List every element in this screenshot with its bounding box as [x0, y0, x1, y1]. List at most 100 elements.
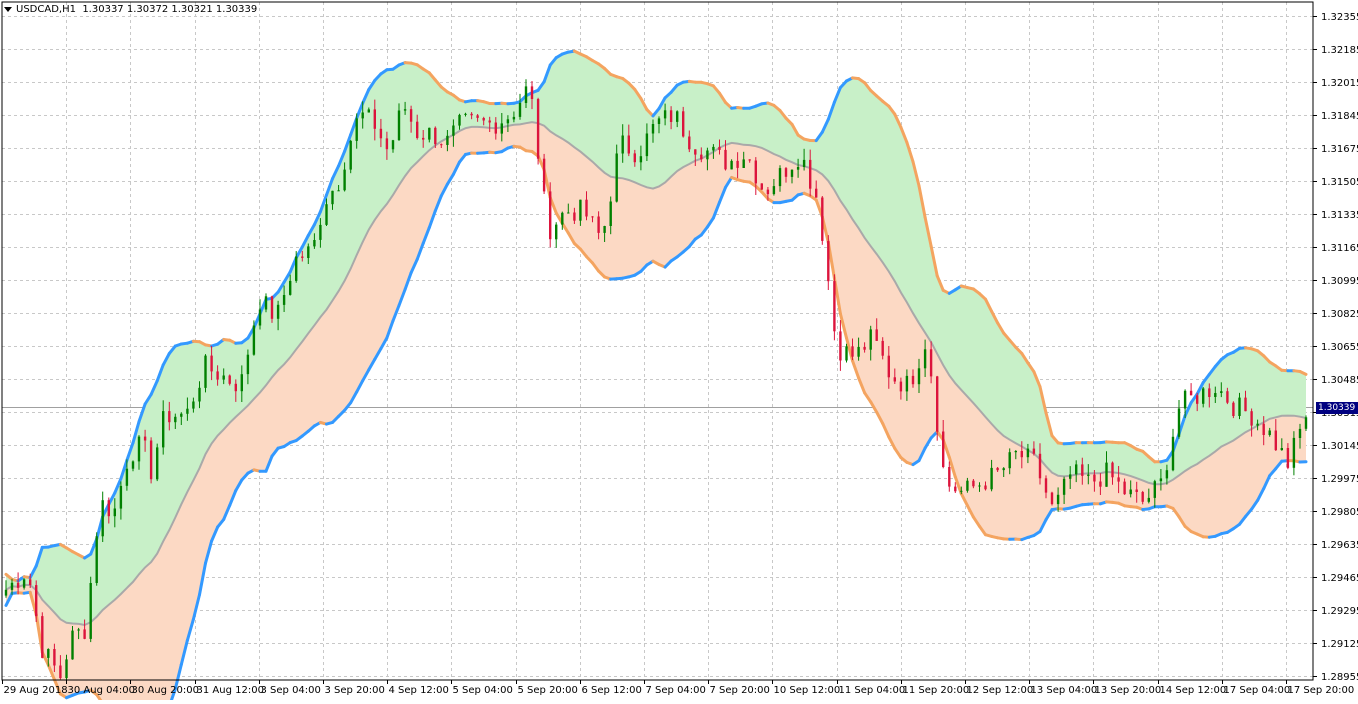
y-tick-label: 1.29465 — [1321, 573, 1358, 584]
candle-body — [652, 124, 654, 134]
candle-body — [718, 147, 720, 150]
x-tick-label: 3 Sep 20:00 — [325, 685, 385, 696]
candle-body — [1148, 498, 1150, 502]
candle-body — [168, 411, 170, 422]
candle-body — [1111, 463, 1113, 478]
candle-body — [265, 296, 267, 309]
candle-body — [646, 134, 648, 157]
candle-body — [458, 115, 460, 126]
candle-body — [610, 202, 612, 227]
candle-body — [1269, 431, 1271, 436]
y-tick-label: 1.31165 — [1321, 243, 1358, 254]
y-tick-label: 1.32015 — [1321, 78, 1358, 89]
candle-body — [198, 388, 200, 402]
candle-body — [476, 115, 478, 118]
candle-body — [682, 111, 684, 136]
candle-body — [942, 432, 944, 468]
candle-body — [930, 349, 932, 376]
x-tick-label: 13 Sep 04:00 — [1031, 685, 1098, 696]
y-tick-label: 1.30485 — [1321, 375, 1358, 386]
candle-body — [241, 374, 243, 391]
candle-body — [585, 200, 587, 217]
x-tick-label: 3 Sep 04:00 — [261, 685, 321, 696]
candle-body — [1190, 391, 1192, 396]
candle-body — [1075, 464, 1077, 474]
candle-body — [857, 347, 859, 357]
candle-body — [5, 590, 7, 596]
candle-body — [216, 371, 218, 379]
candle-body — [392, 140, 394, 149]
candle-body — [1130, 490, 1132, 495]
candle-body — [543, 159, 545, 192]
candle-body — [555, 225, 557, 240]
candle-body — [77, 629, 79, 630]
candle-body — [41, 616, 43, 658]
candle-body — [519, 103, 521, 117]
candle-body — [827, 241, 829, 281]
candle-body — [1250, 411, 1252, 425]
candle-body — [440, 144, 442, 145]
candle-body — [283, 295, 285, 305]
candle-body — [186, 409, 188, 414]
x-tick-label: 29 Aug 2018 — [4, 685, 68, 696]
symbol-header[interactable]: USDCAD,H1 1.30337 1.30372 1.30321 1.3033… — [4, 4, 257, 15]
candle-body — [634, 153, 636, 162]
candle-body — [984, 486, 986, 490]
candle-body — [1039, 454, 1041, 479]
candle-body — [65, 659, 67, 678]
candle-body — [507, 119, 509, 123]
y-tick-label: 1.32355 — [1321, 12, 1358, 23]
candle-body — [120, 486, 122, 509]
candle-body — [936, 376, 938, 431]
candle-body — [114, 509, 116, 517]
candle-body — [356, 118, 358, 140]
candle-body — [809, 160, 811, 189]
candle-body — [1045, 478, 1047, 492]
candle-body — [628, 136, 630, 154]
candle-body — [773, 186, 775, 194]
y-tick-label: 1.31675 — [1321, 144, 1358, 155]
candle-body — [331, 191, 333, 204]
candle-body — [271, 296, 273, 319]
candle-body — [833, 281, 835, 331]
candle-body — [446, 136, 448, 145]
candle-body — [162, 411, 164, 447]
y-tick-label: 1.29635 — [1321, 540, 1358, 551]
dropdown-triangle-icon[interactable] — [4, 7, 12, 12]
candle-body — [972, 481, 974, 487]
candle-body — [325, 204, 327, 225]
candle-body — [1275, 431, 1277, 451]
candle-body — [906, 376, 908, 392]
candle-body — [761, 183, 763, 189]
candle-body — [1281, 448, 1283, 450]
candle-body — [470, 114, 472, 116]
candle-body — [821, 198, 823, 241]
candle-body — [531, 86, 533, 99]
candle-body — [192, 402, 194, 409]
candle-body — [1009, 452, 1011, 468]
x-tick-label: 11 Sep 04:00 — [839, 685, 906, 696]
current-price-tag: 1.30339 — [1316, 402, 1358, 414]
candle-body — [29, 579, 31, 585]
chart-frame[interactable]: 1.323551.321851.320151.318451.316751.315… — [0, 0, 1358, 700]
candle-body — [948, 467, 950, 487]
candle-body — [924, 349, 926, 368]
y-tick-label: 1.29975 — [1321, 474, 1358, 485]
y-tick-label: 1.28955 — [1321, 672, 1358, 683]
candle-body — [126, 469, 128, 486]
price-chart[interactable]: 1.323551.321851.320151.318451.316751.315… — [0, 0, 1358, 700]
candle-body — [537, 99, 539, 159]
candle-body — [1105, 463, 1107, 487]
candle-body — [561, 213, 563, 225]
candle-body — [380, 129, 382, 139]
candle-body — [622, 136, 624, 154]
candle-body — [434, 128, 436, 144]
candle-body — [259, 310, 261, 326]
x-tick-label: 5 Sep 04:00 — [453, 685, 513, 696]
candle-body — [791, 170, 793, 177]
candle-body — [1093, 475, 1095, 482]
candle-body — [591, 216, 593, 217]
candle-body — [767, 190, 769, 195]
y-tick-label: 1.31505 — [1321, 177, 1358, 188]
candle-body — [108, 500, 110, 516]
